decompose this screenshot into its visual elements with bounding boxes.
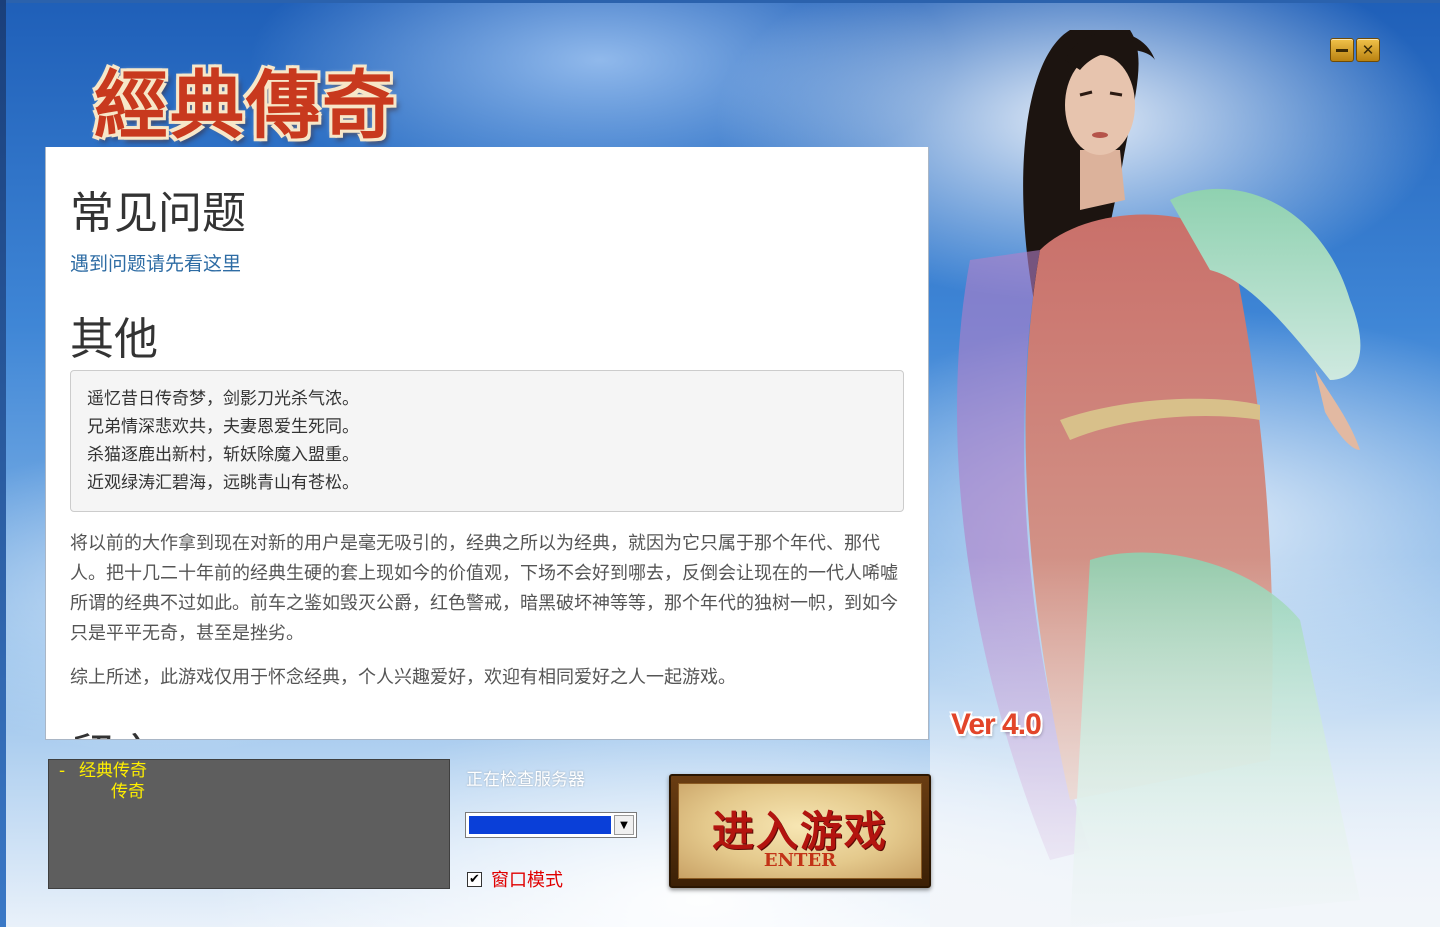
poem-block: 遥忆昔日传奇梦，剑影刀光杀气浓。 兄弟情深悲欢共，夫妻恩爱生死同。 杀猫逐鹿出新… [70,370,904,512]
server-select[interactable]: ▼ [465,812,637,838]
news-panel[interactable]: 常见问题 遇到问题请先看这里 其他 遥忆昔日传奇梦，剑影刀光杀气浓。 兄弟情深悲… [45,147,929,740]
poem-line: 兄弟情深悲欢共，夫妻恩爱生死同。 [87,417,359,437]
summary-paragraph: 综上所述，此游戏仅用于怀念经典，个人兴趣爱好，欢迎有相同爱好之人一起游戏。 [70,667,736,688]
heroine-illustration [930,0,1440,927]
collapse-toggle[interactable]: - [59,761,79,781]
other-heading: 其他 [70,315,158,364]
chevron-down-icon[interactable]: ▼ [614,815,634,835]
close-icon: ✕ [1361,40,1375,59]
message-heading: 留言 [70,719,158,739]
poem-line: 近观绿涛汇碧海，远眺青山有苍松。 [87,473,359,493]
server-group-label: 经典传奇 [79,761,147,781]
minimize-button[interactable] [1330,38,1354,62]
enter-button-sublabel: ENTER [763,850,837,871]
close-button[interactable]: ✕ [1356,38,1380,62]
server-select-value [469,816,611,834]
window-mode-checkbox[interactable]: ✔ [467,872,482,887]
poem-line: 遥忆昔日传奇梦，剑影刀光杀气浓。 [87,389,359,409]
enter-game-button[interactable]: 进入游戏 ENTER [669,774,931,888]
poem-line: 杀猫逐鹿出新村，斩妖除魔入盟重。 [87,445,359,465]
server-item-label: 传奇 [111,782,145,802]
faq-link[interactable]: 遇到问题请先看这里 [70,249,241,276]
faq-heading: 常见问题 [70,189,246,238]
minimize-icon [1336,48,1348,52]
server-list[interactable]: - 经典传奇 传奇 [48,759,450,889]
version-label: Ver 4.0 [951,708,1042,741]
game-logo: 經典傳奇 [94,63,398,149]
server-status-text: 正在检查服务器 [466,770,585,790]
intro-paragraph: 将以前的大作拿到现在对新的用户是毫无吸引的，经典之所以为经典，就因为它只属于那个… [70,533,898,644]
server-group-item[interactable]: - 经典传奇 [59,761,147,781]
server-item[interactable]: 传奇 [111,782,145,802]
left-border [0,0,6,927]
window-mode-label[interactable]: 窗口模式 [491,866,563,892]
